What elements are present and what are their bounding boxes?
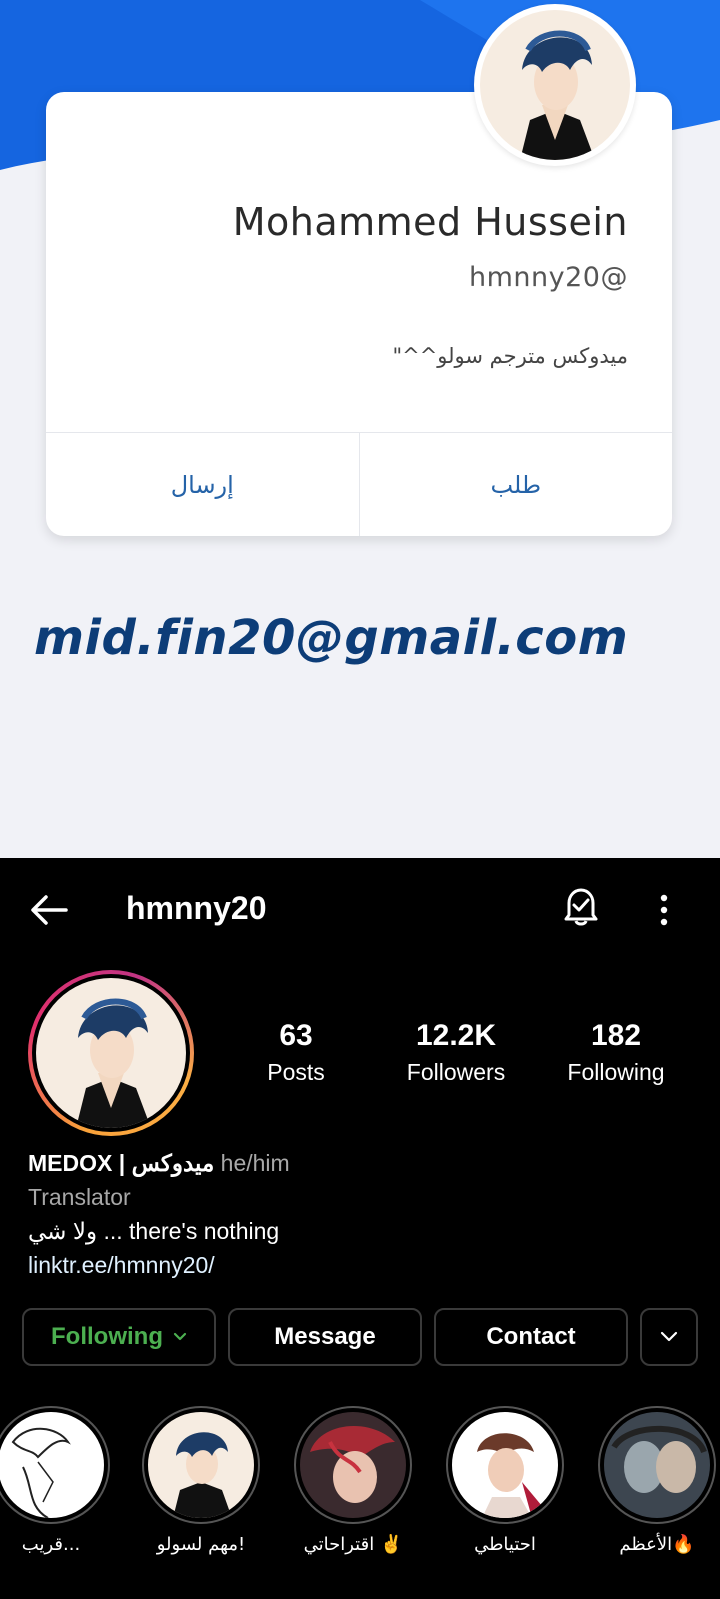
suggested-accounts-button[interactable] xyxy=(640,1308,698,1366)
email-address: mid.fin20@gmail.com xyxy=(34,610,629,666)
highlight-item[interactable]: اقتراحاتي ✌️ xyxy=(292,1406,414,1555)
following-label: Following xyxy=(567,1059,665,1085)
notification-bell-icon[interactable] xyxy=(560,884,602,928)
stat-posts[interactable]: 63 Posts xyxy=(246,1018,346,1090)
send-button[interactable]: إرسال xyxy=(46,433,360,536)
followers-label: Followers xyxy=(406,1059,506,1085)
avatar-image xyxy=(480,10,630,160)
back-arrow-icon[interactable] xyxy=(28,888,72,932)
profile-username: hmnny20 xyxy=(126,890,267,926)
following-button-label: Following xyxy=(51,1323,163,1350)
highlight-cover xyxy=(604,1412,710,1518)
avatar-image xyxy=(36,978,186,1128)
highlight-item[interactable]: الأعظم🔥 xyxy=(596,1406,718,1555)
profile-bio: MEDOX | ميدوكس he/him Translator ولا شي … xyxy=(28,1146,290,1282)
following-button[interactable]: Following xyxy=(22,1308,216,1366)
more-vertical-icon[interactable] xyxy=(650,888,678,932)
followers-count: 12.2K xyxy=(415,1019,497,1052)
card-name: Mohammed Hussein xyxy=(232,200,628,244)
stat-followers[interactable]: 12.2K Followers xyxy=(396,1018,516,1090)
highlight-cover xyxy=(0,1412,104,1518)
card-handle: hmnny20@ xyxy=(469,262,628,293)
posts-count: 63 xyxy=(279,1019,313,1052)
chevron-down-icon xyxy=(660,1331,678,1342)
stat-following[interactable]: 182 Following xyxy=(556,1018,676,1090)
posts-label: Posts xyxy=(267,1059,325,1085)
highlight-label: قريب... xyxy=(21,1534,81,1555)
following-count: 182 xyxy=(590,1019,642,1052)
highlight-cover xyxy=(452,1412,558,1518)
card-actions: إرسال طلب xyxy=(46,432,672,536)
pronouns: he/him xyxy=(220,1150,290,1176)
bio-link[interactable]: linktr.ee/hmnny20/ xyxy=(28,1248,290,1282)
card-avatar xyxy=(474,4,636,166)
request-button[interactable]: طلب xyxy=(360,433,673,536)
highlight-label: مهم لسولو! xyxy=(156,1534,246,1555)
display-name: MEDOX | ميدوكس xyxy=(28,1150,215,1176)
contact-button[interactable]: Contact xyxy=(434,1308,628,1366)
chevron-down-icon xyxy=(173,1332,187,1341)
profile-card-section: Mohammed Hussein hmnny20@ ميدوكس مترجم س… xyxy=(0,0,720,858)
highlight-label: الأعظم🔥 xyxy=(619,1534,695,1555)
highlight-cover xyxy=(148,1412,254,1518)
highlight-item[interactable]: مهم لسولو! xyxy=(140,1406,262,1555)
profile-avatar[interactable] xyxy=(28,970,194,1136)
highlight-label: احتياطي xyxy=(474,1534,536,1555)
bio-text: ولا شي ... there's nothing xyxy=(28,1218,280,1244)
highlight-label: اقتراحاتي ✌️ xyxy=(303,1534,403,1555)
card-bio: ميدوكس مترجم سولو^^" xyxy=(392,344,628,368)
message-button[interactable]: Message xyxy=(228,1308,422,1366)
highlight-item[interactable]: قريب... xyxy=(0,1406,112,1555)
instagram-profile: hmnny20 63 Posts 12.2K Followers 182 Fol… xyxy=(0,858,720,1599)
category-label: Translator xyxy=(28,1184,131,1210)
highlight-item[interactable]: احتياطي xyxy=(444,1406,566,1555)
highlight-cover xyxy=(300,1412,406,1518)
